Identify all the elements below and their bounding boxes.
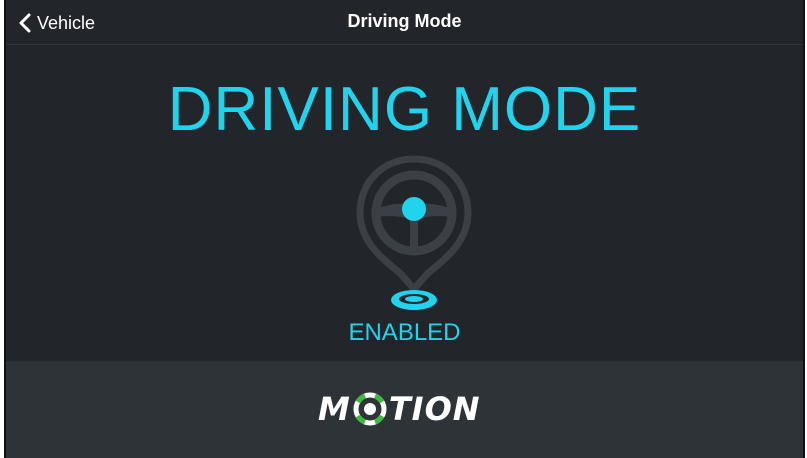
driving-mode-heading: DRIVING MODE (167, 75, 642, 144)
page-title: Driving Mode (347, 11, 462, 31)
driving-mode-status: ENABLED (348, 319, 461, 346)
steering-wheel-location-pin-icon (356, 155, 472, 310)
screen-edge-right (803, 0, 805, 458)
app-screen: Vehicle Driving Mode DRIVING MODE ENABLE… (6, 0, 803, 458)
footer: M TION (6, 361, 803, 458)
logo-text-left: M (318, 390, 351, 428)
driving-mode-panel: DRIVING MODE ENABLED (6, 45, 803, 361)
logo-text-right: TION (388, 390, 481, 428)
motion-logo: M TION (318, 389, 481, 429)
target-o-icon (353, 392, 387, 426)
navigation-bar: Vehicle Driving Mode (6, 0, 803, 45)
